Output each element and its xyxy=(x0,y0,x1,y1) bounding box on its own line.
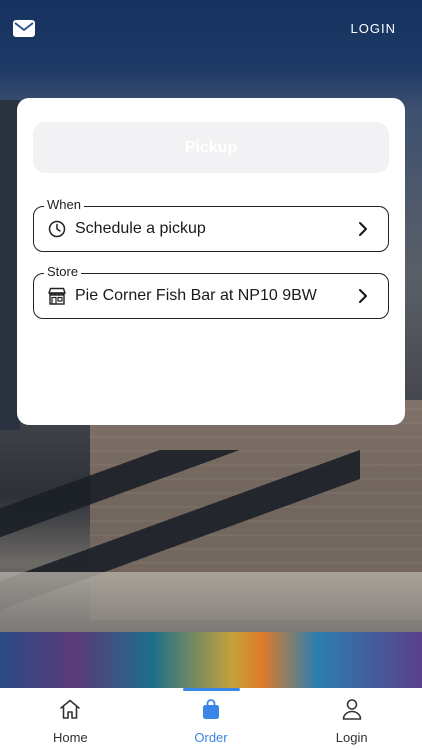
shopping-bag-icon xyxy=(199,698,223,725)
login-link[interactable]: LOGIN xyxy=(351,21,396,36)
order-card: Pickup When Schedule a pickup Store Pie … xyxy=(17,98,405,425)
nav-label-home: Home xyxy=(52,730,88,745)
active-tab-indicator xyxy=(182,688,240,691)
nav-label-order: Order xyxy=(194,730,228,745)
bottom-nav: Home Order Login xyxy=(0,688,422,750)
store-label: Store xyxy=(44,264,82,279)
mail-icon[interactable] xyxy=(13,20,35,37)
when-field[interactable]: When Schedule a pickup xyxy=(33,197,389,252)
when-label: When xyxy=(44,197,84,212)
nav-item-order[interactable]: Order xyxy=(141,688,282,750)
store-field[interactable]: Store Pie Corner Fish Bar at NP10 9BW xyxy=(33,264,389,319)
nav-item-login[interactable]: Login xyxy=(281,688,422,750)
storefront-icon xyxy=(47,286,67,306)
clock-icon xyxy=(47,219,67,239)
nav-item-home[interactable]: Home xyxy=(0,688,141,750)
when-value: Schedule a pickup xyxy=(75,220,206,237)
top-bar: LOGIN xyxy=(0,0,422,58)
home-icon xyxy=(58,698,82,725)
background-ledge xyxy=(0,572,422,632)
nav-label-login: Login xyxy=(335,730,368,745)
user-icon xyxy=(340,698,364,725)
pickup-tab[interactable]: Pickup xyxy=(33,122,389,173)
chevron-right-icon xyxy=(358,221,372,237)
chevron-right-icon xyxy=(358,288,372,304)
background-graffiti xyxy=(0,632,422,688)
store-value: Pie Corner Fish Bar at NP10 9BW xyxy=(75,287,317,304)
